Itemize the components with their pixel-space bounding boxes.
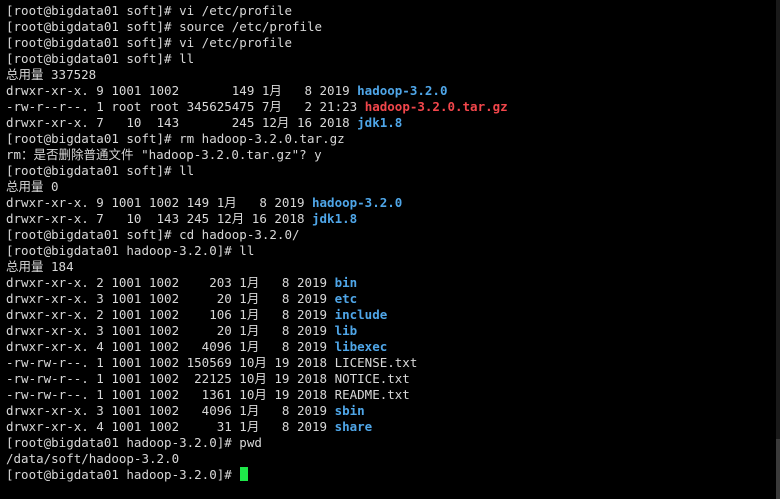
- terminal-line: drwxr-xr-x. 7 10 143 245 12月 16 2018 jdk…: [6, 115, 780, 131]
- line-text: drwxr-xr-x. 3 1001 1002 4096 1月 8 2019: [6, 403, 335, 418]
- directory-name: jdk1.8: [357, 115, 403, 130]
- terminal-line: [root@bigdata01 hadoop-3.2.0]# pwd: [6, 435, 780, 451]
- scrollbar[interactable]: [776, 0, 780, 499]
- terminal-line: drwxr-xr-x. 3 1001 1002 20 1月 8 2019 lib: [6, 323, 780, 339]
- archive-file-name: hadoop-3.2.0.tar.gz: [364, 99, 508, 114]
- terminal-window[interactable]: [root@bigdata01 soft]# vi /etc/profile [r…: [0, 0, 780, 499]
- directory-name: etc: [334, 291, 358, 306]
- terminal-line: drwxr-xr-x. 9 1001 1002 149 1月 8 2019 ha…: [6, 83, 780, 99]
- line-text: [root@bigdata01 soft]# source /etc/profi…: [6, 19, 323, 34]
- terminal-line: 总用量 0: [6, 179, 780, 195]
- terminal-line: -rw-rw-r--. 1 1001 1002 1361 10月 19 2018…: [6, 387, 780, 403]
- terminal-line: [root@bigdata01 soft]# vi /etc/profile: [6, 35, 780, 51]
- terminal-line: [root@bigdata01 soft]# source /etc/profi…: [6, 19, 780, 35]
- terminal-line: [root@bigdata01 hadoop-3.2.0]#: [6, 467, 780, 483]
- line-text: drwxr-xr-x. 9 1001 1002 149 1月 8 2019: [6, 195, 312, 210]
- directory-name: bin: [334, 275, 358, 290]
- terminal-line: [root@bigdata01 soft]# ll: [6, 163, 780, 179]
- terminal-line: -rw-rw-r--. 1 1001 1002 22125 10月 19 201…: [6, 371, 780, 387]
- terminal-line: /data/soft/hadoop-3.2.0: [6, 451, 780, 467]
- line-text: drwxr-xr-x. 7 10 143 245 12月 16 2018: [6, 211, 312, 226]
- line-text: 总用量 184: [6, 259, 74, 274]
- terminal-line: drwxr-xr-x. 2 1001 1002 106 1月 8 2019 in…: [6, 307, 780, 323]
- terminal-line: [root@bigdata01 soft]# ll: [6, 51, 780, 67]
- terminal-line: drwxr-xr-x. 3 1001 1002 4096 1月 8 2019 s…: [6, 403, 780, 419]
- line-text: [root@bigdata01 soft]# vi /etc/profile: [6, 35, 292, 50]
- terminal-line: 总用量 184: [6, 259, 780, 275]
- terminal-line: drwxr-xr-x. 7 10 143 245 12月 16 2018 jdk…: [6, 211, 780, 227]
- directory-name: include: [334, 307, 388, 322]
- line-text: -rw-rw-r--. 1 1001 1002 22125 10月 19 201…: [6, 371, 410, 386]
- line-text: drwxr-xr-x. 2 1001 1002 203 1月 8 2019: [6, 275, 335, 290]
- directory-name: lib: [334, 323, 358, 338]
- line-text: [root@bigdata01 soft]# cd hadoop-3.2.0/: [6, 227, 300, 242]
- terminal-line: [root@bigdata01 soft]# cd hadoop-3.2.0/: [6, 227, 780, 243]
- terminal-line: rm：是否删除普通文件 "hadoop-3.2.0.tar.gz"? y: [6, 147, 780, 163]
- terminal-line: drwxr-xr-x. 9 1001 1002 149 1月 8 2019 ha…: [6, 195, 780, 211]
- line-text: rm：是否删除普通文件 "hadoop-3.2.0.tar.gz"? y: [6, 147, 322, 162]
- line-text: /data/soft/hadoop-3.2.0: [6, 451, 180, 466]
- terminal-line: [root@bigdata01 hadoop-3.2.0]# ll: [6, 243, 780, 259]
- directory-name: hadoop-3.2.0: [312, 195, 403, 210]
- terminal-line: [root@bigdata01 soft]# rm hadoop-3.2.0.t…: [6, 131, 780, 147]
- line-text: [root@bigdata01 hadoop-3.2.0]# ll: [6, 243, 255, 258]
- directory-name: libexec: [334, 339, 388, 354]
- directory-name: jdk1.8: [312, 211, 358, 226]
- line-text: [root@bigdata01 soft]# ll: [6, 51, 195, 66]
- terminal-line: 总用量 337528: [6, 67, 780, 83]
- line-text: drwxr-xr-x. 2 1001 1002 106 1月 8 2019: [6, 307, 335, 322]
- terminal-line: -rw-rw-r--. 1 1001 1002 150569 10月 19 20…: [6, 355, 780, 371]
- line-text: -rw-r--r--. 1 root root 345625475 7月 2 2…: [6, 99, 365, 114]
- line-text: [root@bigdata01 hadoop-3.2.0]# pwd: [6, 435, 262, 450]
- line-text: drwxr-xr-x. 9 1001 1002 149 1月 8 2019: [6, 83, 358, 98]
- line-text: [root@bigdata01 hadoop-3.2.0]#: [6, 467, 240, 482]
- scrollbar-thumb[interactable]: [776, 439, 780, 499]
- line-text: [root@bigdata01 soft]# rm hadoop-3.2.0.t…: [6, 131, 345, 146]
- line-text: [root@bigdata01 soft]# ll: [6, 163, 195, 178]
- directory-name: share: [334, 419, 373, 434]
- line-text: -rw-rw-r--. 1 1001 1002 150569 10月 19 20…: [6, 355, 418, 370]
- line-text: drwxr-xr-x. 3 1001 1002 20 1月 8 2019: [6, 291, 335, 306]
- terminal-line: drwxr-xr-x. 3 1001 1002 20 1月 8 2019 etc: [6, 291, 780, 307]
- line-text: drwxr-xr-x. 7 10 143 245 12月 16 2018: [6, 115, 358, 130]
- line-text: [root@bigdata01 soft]# vi /etc/profile: [6, 3, 292, 18]
- line-text: 总用量 0: [6, 179, 59, 194]
- line-text: drwxr-xr-x. 3 1001 1002 20 1月 8 2019: [6, 323, 335, 338]
- terminal-line: drwxr-xr-x. 4 1001 1002 4096 1月 8 2019 l…: [6, 339, 780, 355]
- line-text: drwxr-xr-x. 4 1001 1002 4096 1月 8 2019: [6, 339, 335, 354]
- line-text: -rw-rw-r--. 1 1001 1002 1361 10月 19 2018…: [6, 387, 410, 402]
- directory-name: sbin: [334, 403, 365, 418]
- terminal-line: -rw-r--r--. 1 root root 345625475 7月 2 2…: [6, 99, 780, 115]
- terminal-line: drwxr-xr-x. 2 1001 1002 203 1月 8 2019 bi…: [6, 275, 780, 291]
- directory-name: hadoop-3.2.0: [357, 83, 448, 98]
- terminal-line: drwxr-xr-x. 4 1001 1002 31 1月 8 2019 sha…: [6, 419, 780, 435]
- block-cursor-icon: [240, 467, 249, 481]
- line-text: 总用量 337528: [6, 67, 97, 82]
- line-text: drwxr-xr-x. 4 1001 1002 31 1月 8 2019: [6, 419, 335, 434]
- terminal-line: [root@bigdata01 soft]# vi /etc/profile: [6, 3, 780, 19]
